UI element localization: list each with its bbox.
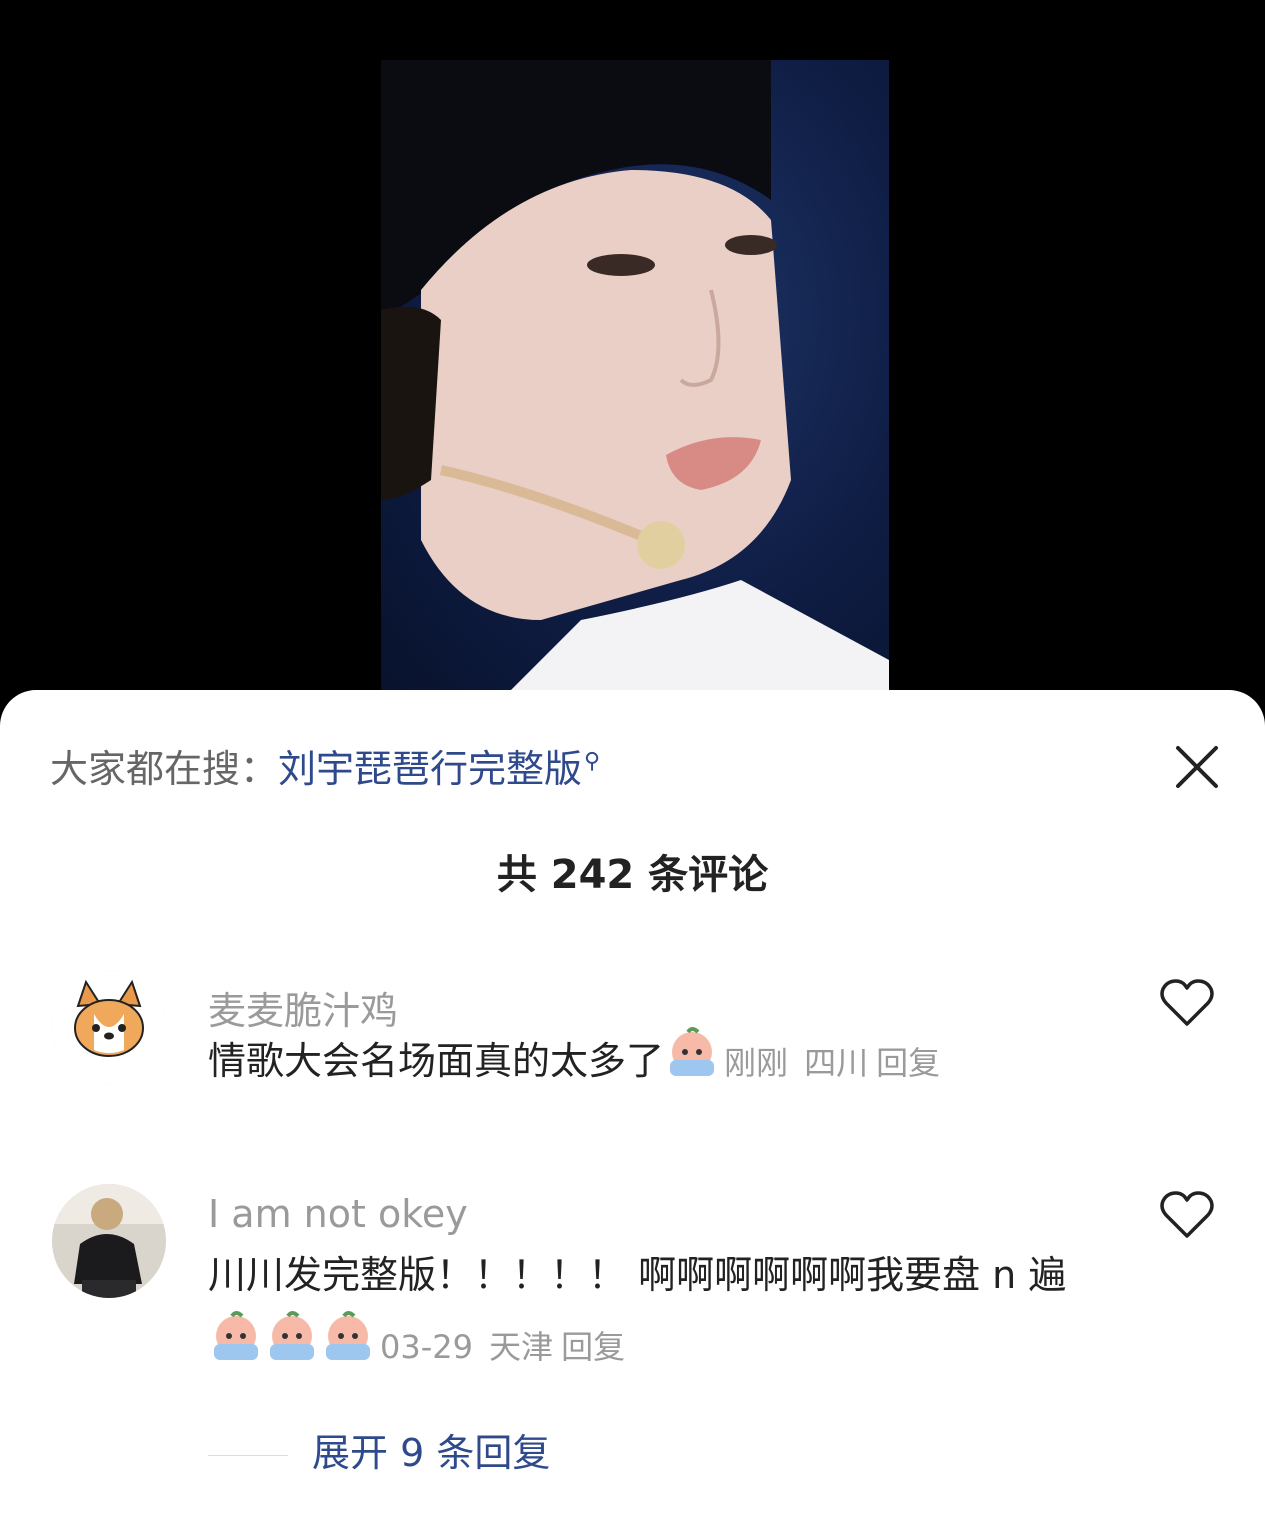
crying-emoji-icon bbox=[214, 1311, 258, 1360]
like-heart-icon[interactable] bbox=[1160, 1190, 1214, 1240]
crying-emoji-icon bbox=[670, 1027, 715, 1076]
reply-button[interactable]: 回复 bbox=[561, 1328, 625, 1366]
avatar[interactable] bbox=[52, 1184, 166, 1298]
comment-time: 03-29 bbox=[380, 1328, 473, 1366]
search-suggestion[interactable]: 大家都在搜：刘宇琵琶行完整版⚲ bbox=[50, 738, 600, 793]
video-frame bbox=[381, 60, 889, 700]
comment-text: 川川发完整版！！！！！ 啊啊啊啊啊啊我要盘 n 遍 bbox=[208, 1253, 1067, 1297]
avatar[interactable] bbox=[52, 970, 166, 1084]
comment-time: 刚刚 bbox=[724, 1044, 789, 1082]
comment-body: 情歌大会名场面真的太多了 刚刚 四川 回复 bbox=[208, 1026, 1108, 1098]
search-icon: ⚲ bbox=[584, 749, 601, 775]
video-player[interactable] bbox=[0, 0, 1265, 720]
crying-emoji-icon bbox=[270, 1311, 314, 1360]
comment-location: 天津 bbox=[489, 1328, 554, 1366]
crying-emoji-icon bbox=[326, 1311, 370, 1360]
expand-replies-label: 展开 9 条回复 bbox=[312, 1431, 551, 1475]
reply-button[interactable]: 回复 bbox=[876, 1044, 940, 1082]
performer-image bbox=[381, 60, 889, 700]
close-icon[interactable] bbox=[1172, 742, 1222, 792]
expand-replies-button[interactable]: 展开 9 条回复 bbox=[208, 1422, 550, 1477]
comment-text: 情歌大会名场面真的太多了 bbox=[208, 1039, 665, 1083]
comment-sheet: 大家都在搜：刘宇琵琶行完整版⚲ 共 242 条评论 麦麦脆汁鸡 情歌大会名场面真… bbox=[0, 690, 1265, 1515]
comments-count: 共 242 条评论 bbox=[496, 852, 769, 898]
comment-location: 四川 bbox=[804, 1044, 869, 1082]
search-query-link[interactable]: 刘宇琵琶行完整版 bbox=[278, 747, 582, 791]
comment-username[interactable]: I am not okey bbox=[208, 1192, 468, 1236]
search-prefix: 大家都在搜： bbox=[50, 747, 279, 791]
divider bbox=[208, 1455, 288, 1456]
corgi-avatar-icon bbox=[52, 970, 166, 1084]
like-heart-icon[interactable] bbox=[1160, 978, 1214, 1028]
user-photo-avatar bbox=[52, 1184, 166, 1298]
comment-body: 川川发完整版！！！！！ 啊啊啊啊啊啊我要盘 n 遍 03-29 天津 回复 bbox=[208, 1240, 1108, 1382]
